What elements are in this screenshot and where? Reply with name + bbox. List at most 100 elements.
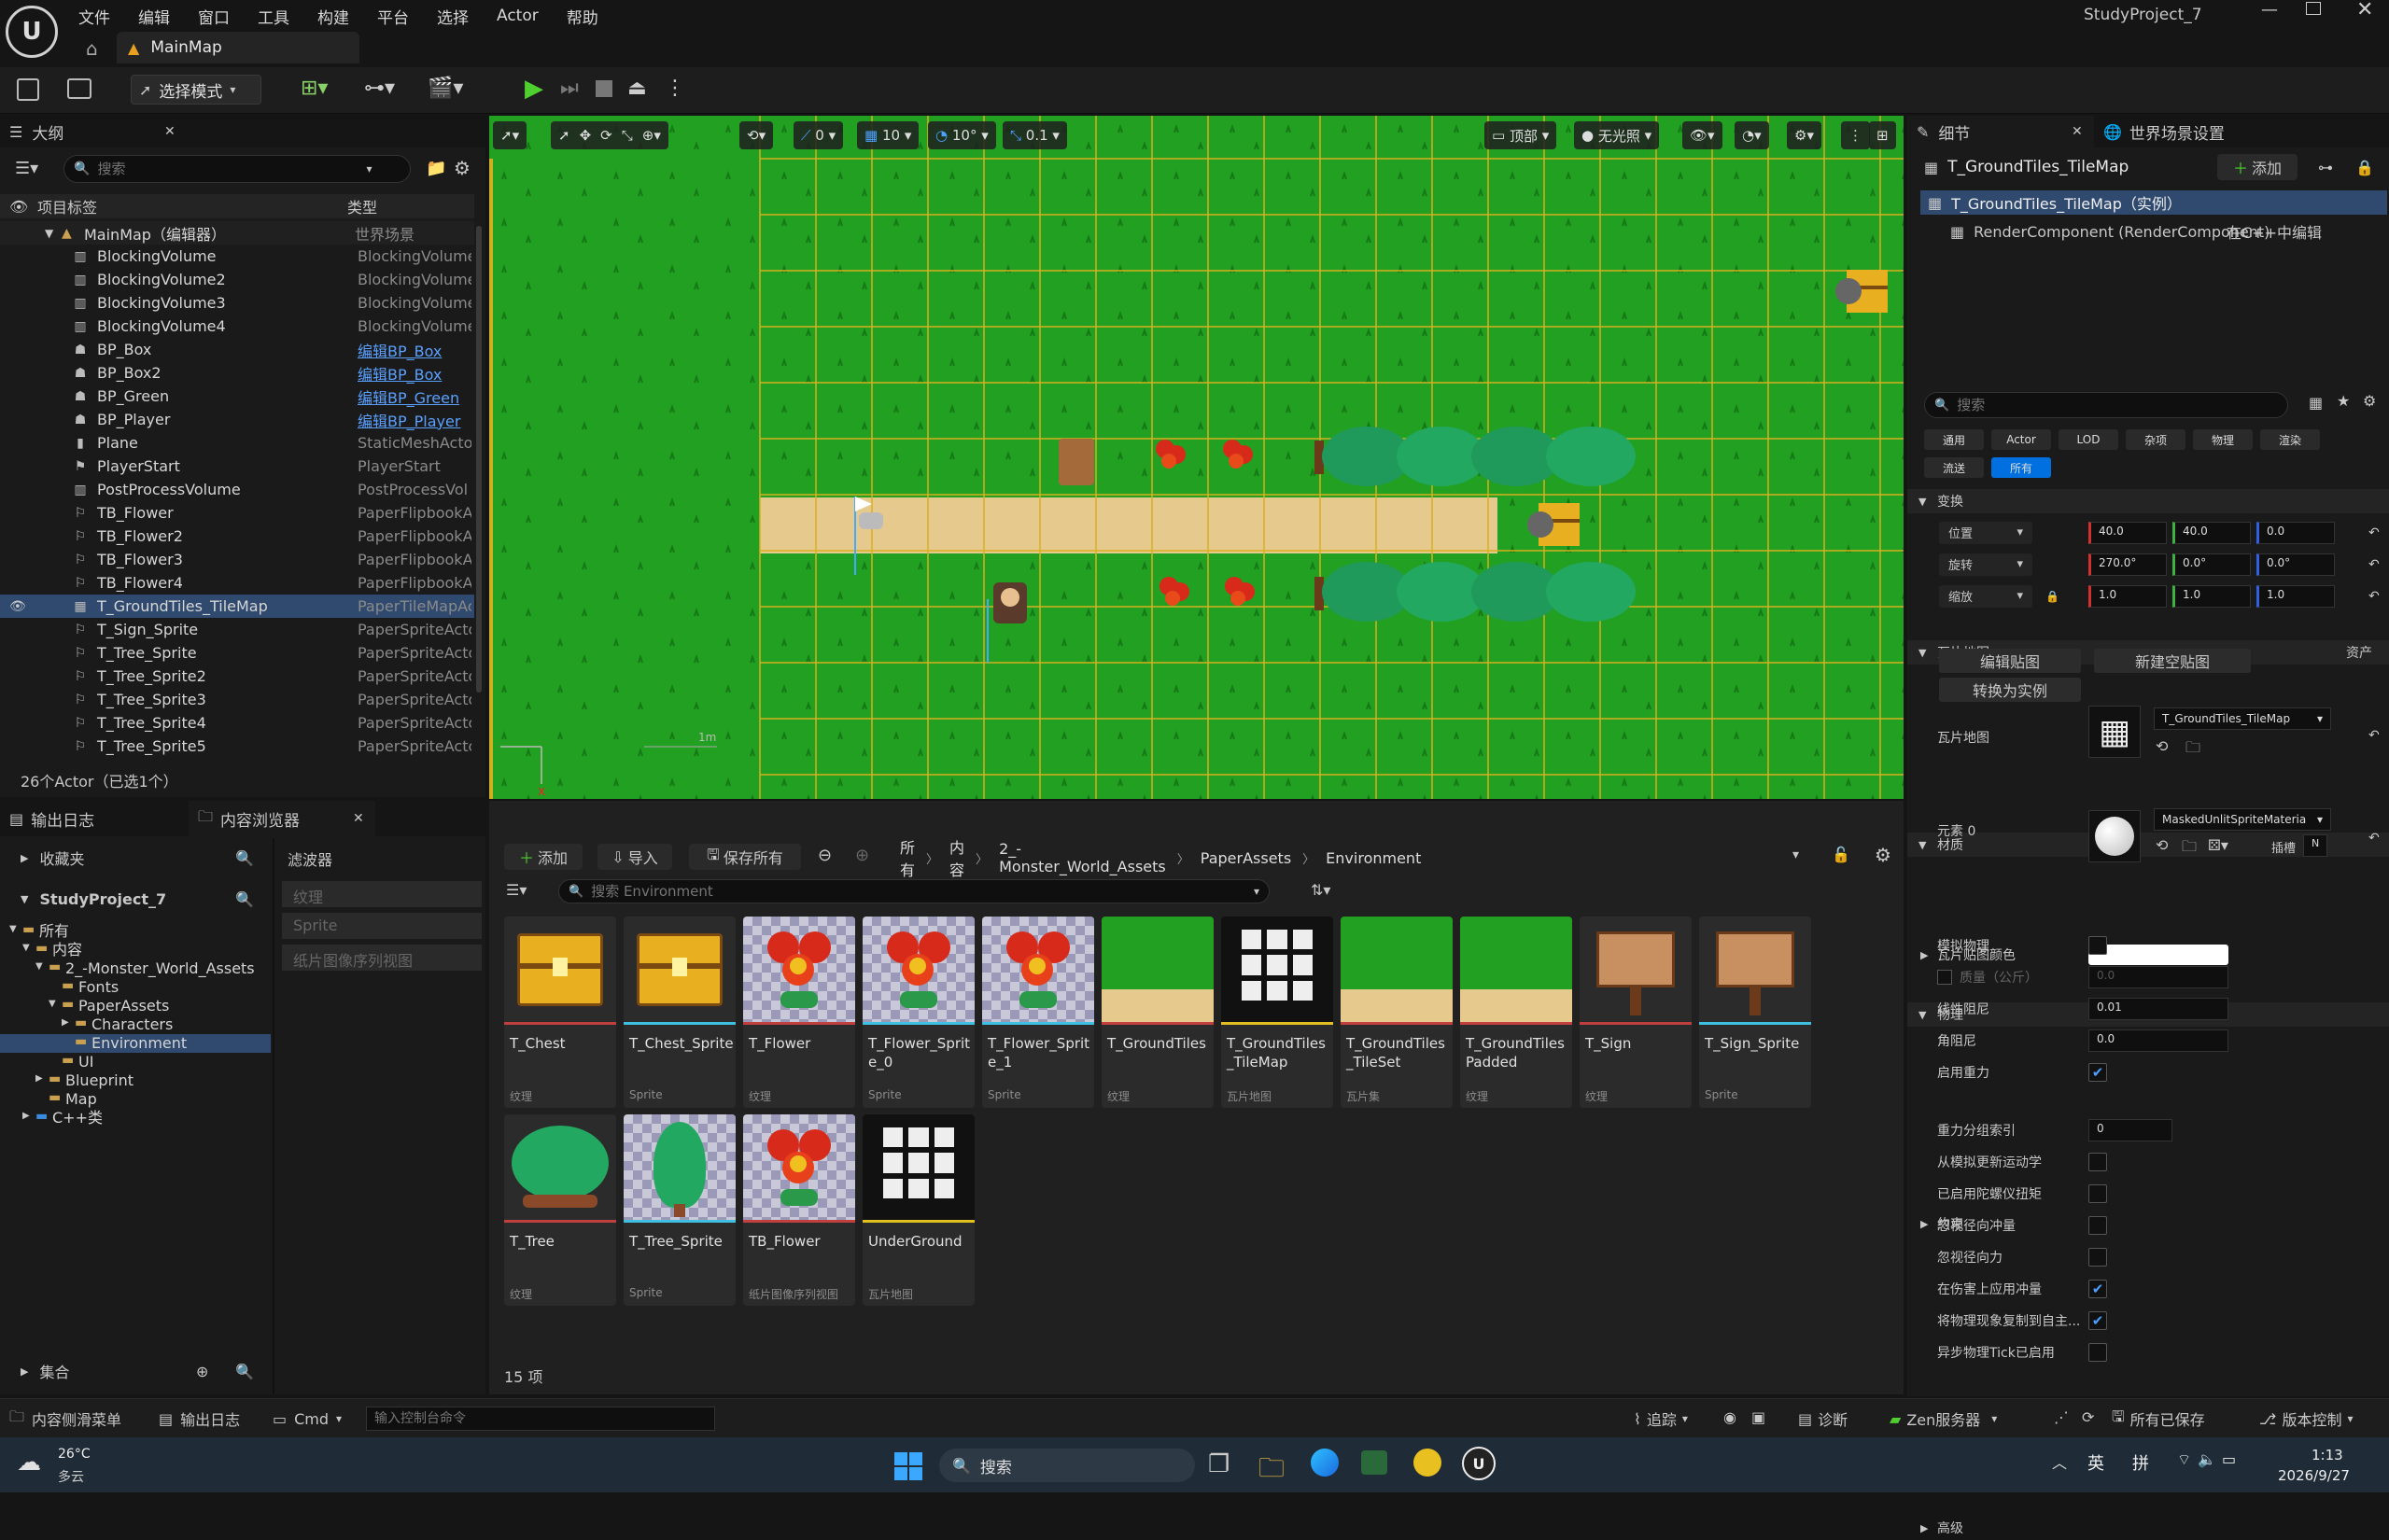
folder-tree-item[interactable]: ▬ Environment (0, 1034, 271, 1053)
cb-search[interactable]: 🔍 ▾ (558, 879, 1270, 903)
details-search[interactable]: 🔍 (1924, 392, 2288, 418)
derived-data-icon[interactable]: ⋰ (2054, 1408, 2069, 1426)
rotation-value[interactable]: 0.0° (2256, 553, 2335, 576)
lock-icon[interactable]: 🔒 (2355, 159, 2374, 176)
rotation-value[interactable]: 270.0° (2088, 553, 2167, 576)
start-icon[interactable] (894, 1452, 922, 1480)
search-icon[interactable]: 🔍 (235, 849, 254, 867)
property-value[interactable]: 0.0 (2088, 1029, 2228, 1052)
filter-chip[interactable]: Actor (1991, 429, 2051, 450)
filter-chip[interactable]: 物理 (2193, 429, 2253, 450)
rotation-dropdown[interactable]: 旋转 ▾ (1939, 553, 2032, 576)
weather-icon[interactable]: ☁ (17, 1449, 41, 1477)
step-icon[interactable]: ⏭ (560, 77, 579, 100)
terminal-app-icon[interactable] (1361, 1450, 1387, 1475)
component-instance-row[interactable]: ▦ T_GroundTiles_TileMap（实例） (1920, 190, 2387, 215)
sort-icon[interactable]: ⇅▾ (1311, 881, 1330, 899)
material-select[interactable]: MaskedUnlitSpriteMateria ▾ (2154, 808, 2331, 831)
mode-select-button[interactable]: ➚ 选择模式 ▾ (131, 75, 261, 105)
blueprint-add-icon[interactable]: ⊶ (2318, 159, 2333, 176)
menu-item[interactable]: Actor (497, 7, 555, 25)
outliner-scrollbar[interactable] (476, 226, 482, 693)
scale-snap-button[interactable]: ⤡ 0.1 ▾ (1003, 121, 1067, 149)
actor-type[interactable]: 编辑BP_Box (358, 362, 471, 385)
viewport-settings-button[interactable]: ⚙▾ (1787, 121, 1821, 149)
outliner-row[interactable]: ☗ BP_Player 编辑BP_Player (0, 408, 474, 431)
outliner-row[interactable]: ⚐ T_Tree_Sprite4 PaperSpriteActo (0, 711, 474, 735)
breadcrumb-item[interactable]: Environment (1326, 849, 1421, 867)
location-value[interactable]: 40.0 (2088, 521, 2167, 544)
file-explorer-icon[interactable]: 🗀 (1258, 1449, 1285, 1493)
menu-item[interactable]: 文件 (78, 5, 127, 28)
expand-icon[interactable]: ▼ (45, 227, 53, 240)
cinematics-icon[interactable]: 🎬▾ (428, 77, 463, 100)
taskbar-search[interactable]: 🔍 搜索 (939, 1449, 1195, 1482)
angle-snap-button[interactable]: ◔ 10° ▾ (928, 121, 996, 149)
level-viewport[interactable]: x 1m (489, 116, 1904, 799)
search-icon[interactable]: 🔍 (235, 1363, 254, 1380)
outliner-row[interactable]: ⚑ PlayerStart PlayerStart (0, 455, 474, 478)
sources-divider[interactable] (273, 838, 274, 1394)
filter-chip[interactable]: 流送 (1924, 457, 1984, 478)
select-tool-button[interactable]: ➚▾ (493, 121, 527, 149)
tilemap-asset-select[interactable]: T_GroundTiles_TileMap ▾ (2154, 707, 2331, 730)
expand-icon[interactable]: ▼ (22, 943, 30, 953)
outliner-tab[interactable]: ☰ 大纲 ✕ (0, 116, 485, 147)
breadcrumb-item[interactable]: 所有 (900, 835, 915, 880)
settings-icon[interactable]: ⚙ (454, 157, 471, 179)
outliner-row[interactable]: ⚐ TB_Flower4 PaperFlipbookA (0, 571, 474, 595)
outliner-row[interactable]: ⚐ T_Sign_Sprite PaperSpriteActo (0, 618, 474, 641)
filter-icon[interactable]: ☰▾ (15, 159, 38, 178)
restore-icon[interactable] (2306, 2, 2321, 15)
asset-tile[interactable]: T_Chest_Sprite Sprite (624, 917, 736, 1108)
back-icon[interactable]: ⊖ (818, 846, 832, 865)
property-checkbox[interactable]: ✔ (2088, 1062, 2107, 1082)
edge-icon[interactable] (1311, 1449, 1339, 1477)
browse-icon[interactable]: ⟲ (2156, 836, 2168, 854)
diagnostics-button[interactable]: ▤ 诊断 (1798, 1407, 1848, 1431)
asset-tile[interactable]: T_Sign 纹理 (1580, 917, 1692, 1108)
edit-map-button[interactable]: 编辑贴图 (1939, 649, 2081, 673)
close-window-icon[interactable]: ✕ (2356, 0, 2373, 21)
stop-icon[interactable] (596, 80, 612, 97)
output-log-tab[interactable]: ▤ 输出日志 (0, 801, 187, 836)
property-checkbox[interactable] (2088, 1247, 2107, 1267)
expand-icon[interactable]: ▶ (35, 1073, 43, 1084)
filter-icon[interactable]: ☰▾ (506, 881, 527, 899)
asset-tile[interactable]: T_Flower_Sprite_0 Sprite (863, 917, 975, 1108)
menu-item[interactable]: 窗口 (198, 5, 246, 28)
transform-tools[interactable]: ➚ ✥ ⟳ ⤡ ⊕▾ (551, 121, 668, 149)
filter-chip[interactable]: 渲染 (2260, 429, 2320, 450)
column-label[interactable]: 项目标签 (37, 195, 97, 217)
ime-lang[interactable]: 英 (2087, 1450, 2104, 1475)
play-options-icon[interactable]: ⋮ (665, 77, 685, 100)
property-checkbox[interactable]: ✔ (2088, 1310, 2107, 1330)
column-type[interactable]: 类型 (347, 195, 377, 217)
expand-icon[interactable]: ▶ (22, 1111, 30, 1121)
mass-override-checkbox[interactable] (1937, 969, 1952, 985)
outliner-search[interactable]: 🔍 ▾ (63, 155, 411, 183)
new-empty-map-button[interactable]: 新建空贴图 (2094, 649, 2251, 673)
asset-tile[interactable]: TB_Flower 纸片图像序列视图 (743, 1114, 855, 1306)
render-component-row[interactable]: ▦ RenderComponent (RenderComponent) 在C++… (1920, 219, 2387, 244)
record-icon[interactable]: ◉ (1723, 1408, 1736, 1426)
property-value[interactable]: 0.0 (2088, 965, 2228, 988)
star-icon[interactable]: ★ (2337, 392, 2350, 410)
outliner-row[interactable]: ☗ BP_Box 编辑BP_Box (0, 338, 474, 361)
world-space-icon[interactable]: ⊕▾ (642, 127, 661, 144)
actor-type[interactable]: 编辑BP_Player (358, 409, 471, 431)
search-icon[interactable]: 🔍 (235, 890, 254, 908)
location-value[interactable]: 40.0 (2172, 521, 2251, 544)
breadcrumb-item[interactable]: PaperAssets (1201, 849, 1291, 867)
property-checkbox[interactable] (2088, 1342, 2107, 1362)
scale-dropdown[interactable]: 缩放 ▾ (1939, 584, 2032, 608)
location-value[interactable]: 0.0 (2256, 521, 2335, 544)
console-input[interactable] (366, 1407, 715, 1431)
folder-tree-item[interactable]: ▼ ▬ PaperAssets (0, 997, 271, 1015)
close-tab-icon[interactable]: ✕ (353, 811, 364, 826)
outliner-root[interactable]: ▼ ▲ MainMap（编辑器） 世界场景 (0, 221, 474, 245)
filter-chip[interactable]: LOD (2059, 429, 2118, 450)
filter-item[interactable]: 纸片图像序列视图 (282, 945, 482, 971)
asset-tile[interactable]: T_GroundTiles 纹理 (1102, 917, 1214, 1108)
folder-tree-item[interactable]: ▶ ▬ Characters (0, 1015, 271, 1034)
